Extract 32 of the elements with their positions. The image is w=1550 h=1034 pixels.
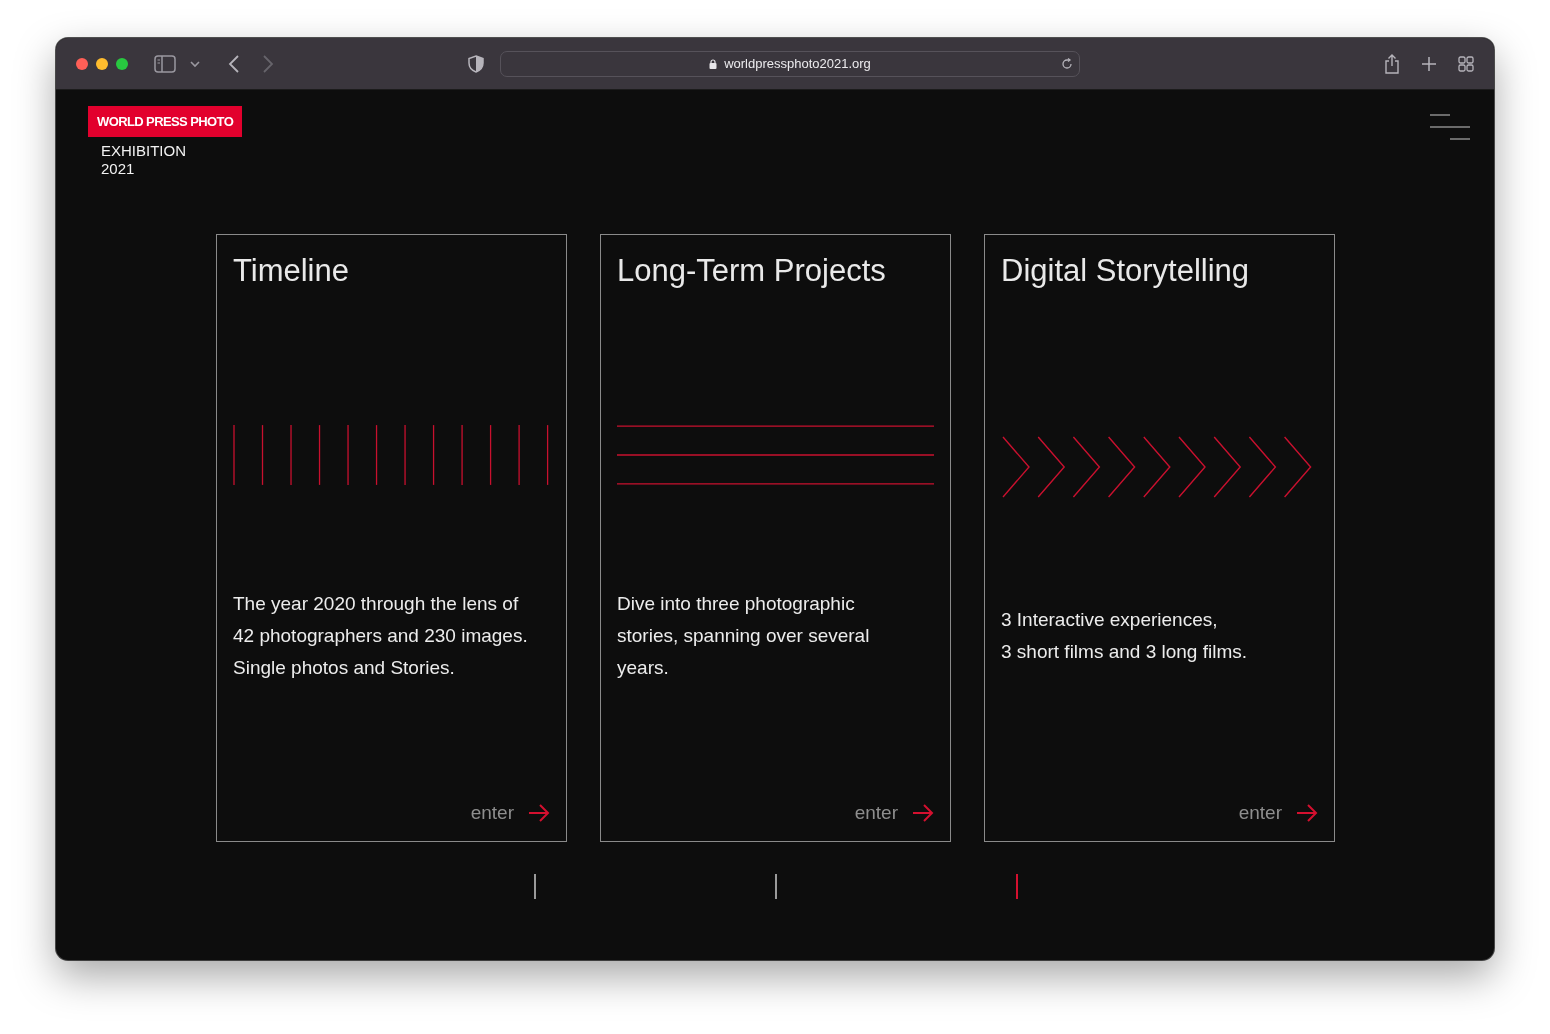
sidebar-icon[interactable] bbox=[154, 54, 176, 73]
arrow-right-icon bbox=[1296, 804, 1318, 822]
tabs-overview-icon[interactable] bbox=[1458, 55, 1474, 72]
chevron-down-icon[interactable] bbox=[190, 59, 200, 68]
enter-link[interactable]: enter bbox=[1238, 801, 1318, 825]
section-card[interactable]: Digital Storytelling 3 Interactive experiences, 3 short films and 3 long films. enter bbox=[984, 234, 1335, 842]
share-icon[interactable] bbox=[1384, 53, 1400, 74]
card-description: Dive into three photographic stories, spanning over several years. bbox=[617, 592, 870, 680]
lock-icon bbox=[709, 58, 718, 69]
card-description: 3 Interactive experiences, 3 short films and 3 long films. bbox=[1001, 608, 1248, 664]
enter-link[interactable]: enter bbox=[470, 801, 550, 825]
minimize-icon[interactable] bbox=[96, 57, 108, 70]
enter-link[interactable]: enter bbox=[854, 801, 934, 825]
arrow-right-icon bbox=[912, 804, 934, 822]
plus-icon[interactable] bbox=[1421, 55, 1437, 72]
section-card[interactable]: Timeline The year 2020 through the lens of 42 photographers and 230 images. Single photos and Stories. enter bbox=[216, 234, 567, 842]
reload-icon[interactable] bbox=[1061, 57, 1073, 70]
url-text: worldpressphoto2021.org bbox=[724, 56, 871, 71]
card-title: Timeline bbox=[233, 252, 350, 290]
back-icon[interactable] bbox=[228, 54, 240, 73]
address-bar[interactable]: worldpressphoto2021.org bbox=[500, 50, 1080, 77]
logo-subtitle: EXHIBITION 2021 bbox=[101, 142, 186, 178]
menu-icon[interactable] bbox=[1430, 114, 1470, 140]
zoom-icon[interactable] bbox=[116, 57, 128, 70]
card-description: The year 2020 through the lens of 42 photographers and 230 images. Single photos and Stories. bbox=[233, 592, 528, 680]
arrow-right-icon bbox=[528, 804, 550, 822]
card-title: Digital Storytelling bbox=[1001, 252, 1251, 290]
section-card[interactable]: Long-Term Projects Dive into three photographic stories, spanning over several years. enter bbox=[600, 234, 951, 842]
shield-icon[interactable] bbox=[468, 54, 484, 73]
logo-wordmark[interactable]: WORLD PRESS PHOTO bbox=[88, 106, 243, 137]
close-icon[interactable] bbox=[76, 57, 88, 70]
card-title: Long-Term Projects bbox=[617, 252, 887, 290]
